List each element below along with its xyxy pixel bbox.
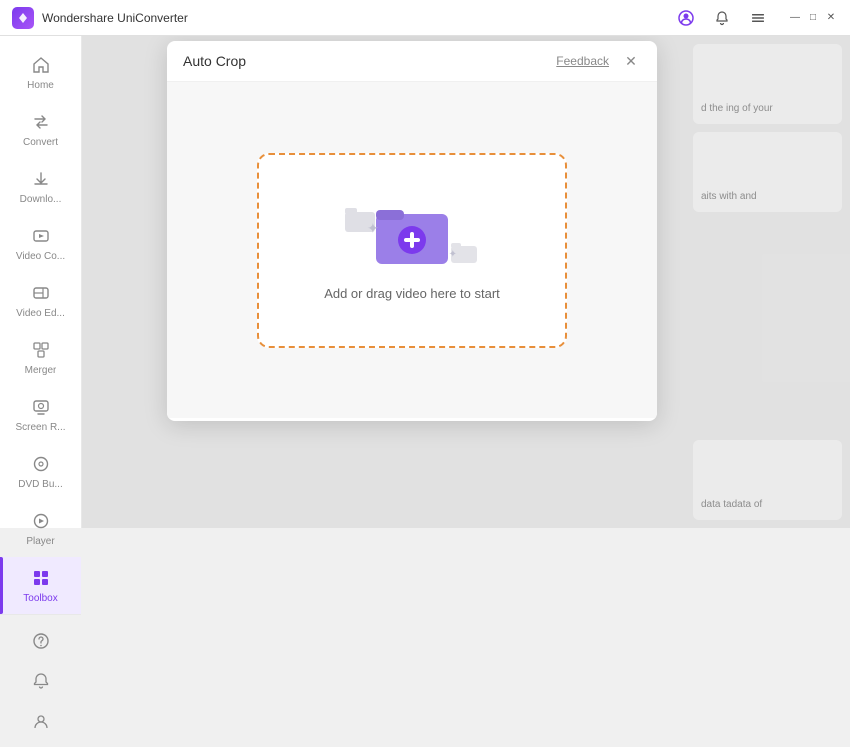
dialog-body: ✦ ✦: [167, 82, 657, 418]
dvd-burn-label: DVD Bu...: [18, 479, 62, 490]
help-button[interactable]: [23, 623, 59, 659]
merger-label: Merger: [25, 365, 57, 376]
main-layout: Home Convert Downlo...: [0, 36, 850, 528]
sidebar-item-download[interactable]: Downlo...: [0, 158, 81, 215]
menu-icon[interactable]: [744, 4, 772, 32]
dvd-burn-icon: [30, 453, 52, 475]
sidebar-item-convert[interactable]: Convert: [0, 101, 81, 158]
sparkle-left: ✦: [367, 220, 379, 237]
dialog-title: Auto Crop: [183, 53, 246, 69]
title-bar-controls: — □ ✕: [672, 4, 838, 32]
dialog-header: Auto Crop Feedback ✕: [167, 41, 657, 82]
profile-button[interactable]: [23, 703, 59, 739]
download-icon: [30, 168, 52, 190]
app-title: Wondershare UniConverter: [42, 11, 672, 25]
dialog-close-button[interactable]: ✕: [621, 51, 641, 71]
title-bar: Wondershare UniConverter — □ ✕: [0, 0, 850, 36]
content-area: d the ing of your aits with and data tad…: [82, 36, 850, 528]
feedback-link[interactable]: Feedback: [556, 54, 609, 68]
user-icon[interactable]: [672, 4, 700, 32]
convert-icon: [30, 111, 52, 133]
app-logo: [12, 7, 34, 29]
home-label: Home: [27, 80, 54, 91]
toolbox-label: Toolbox: [23, 593, 57, 604]
close-button[interactable]: ✕: [824, 11, 838, 25]
download-label: Downlo...: [20, 194, 62, 205]
sidebar-bottom: [0, 614, 81, 747]
folder-icon-wrap: ✦ ✦: [367, 200, 457, 270]
sparkle-right: ✦: [449, 249, 457, 260]
sidebar-item-merger[interactable]: Merger: [0, 329, 81, 386]
drop-zone[interactable]: ✦ ✦: [257, 153, 567, 348]
folder-svg: [376, 206, 448, 264]
convert-label: Convert: [23, 137, 58, 148]
sidebar-item-home[interactable]: Home: [0, 44, 81, 101]
toolbox-icon: [30, 567, 52, 589]
sidebar-item-toolbox[interactable]: Toolbox: [0, 557, 81, 614]
notifications-button[interactable]: [23, 663, 59, 699]
active-indicator: [0, 557, 3, 614]
player-icon: [30, 510, 52, 532]
video-edit-label: Video Ed...: [16, 308, 65, 319]
window-controls: — □ ✕: [788, 11, 838, 25]
auto-crop-dialog: Auto Crop Feedback ✕: [167, 41, 657, 421]
bell-icon[interactable]: [708, 4, 736, 32]
sidebar-item-screen-record[interactable]: Screen R...: [0, 386, 81, 443]
screen-record-icon: [30, 396, 52, 418]
screen-record-label: Screen R...: [15, 422, 65, 433]
merger-icon: [30, 339, 52, 361]
minimize-button[interactable]: —: [788, 11, 802, 25]
home-icon: [30, 54, 52, 76]
player-label: Player: [26, 536, 54, 547]
sidebar: Home Convert Downlo...: [0, 36, 82, 528]
dialog-overlay: Auto Crop Feedback ✕: [82, 36, 850, 528]
sidebar-item-dvd-burn[interactable]: DVD Bu...: [0, 443, 81, 500]
sidebar-item-video-compress[interactable]: Video Co...: [0, 215, 81, 272]
dialog-header-right: Feedback ✕: [556, 51, 641, 71]
video-edit-icon: [30, 282, 52, 304]
maximize-button[interactable]: □: [806, 11, 820, 25]
video-compress-label: Video Co...: [16, 251, 65, 262]
drop-zone-text: Add or drag video here to start: [324, 286, 500, 301]
sidebar-item-player[interactable]: Player: [0, 500, 81, 557]
sidebar-item-video-edit[interactable]: Video Ed...: [0, 272, 81, 329]
video-compress-icon: [30, 225, 52, 247]
